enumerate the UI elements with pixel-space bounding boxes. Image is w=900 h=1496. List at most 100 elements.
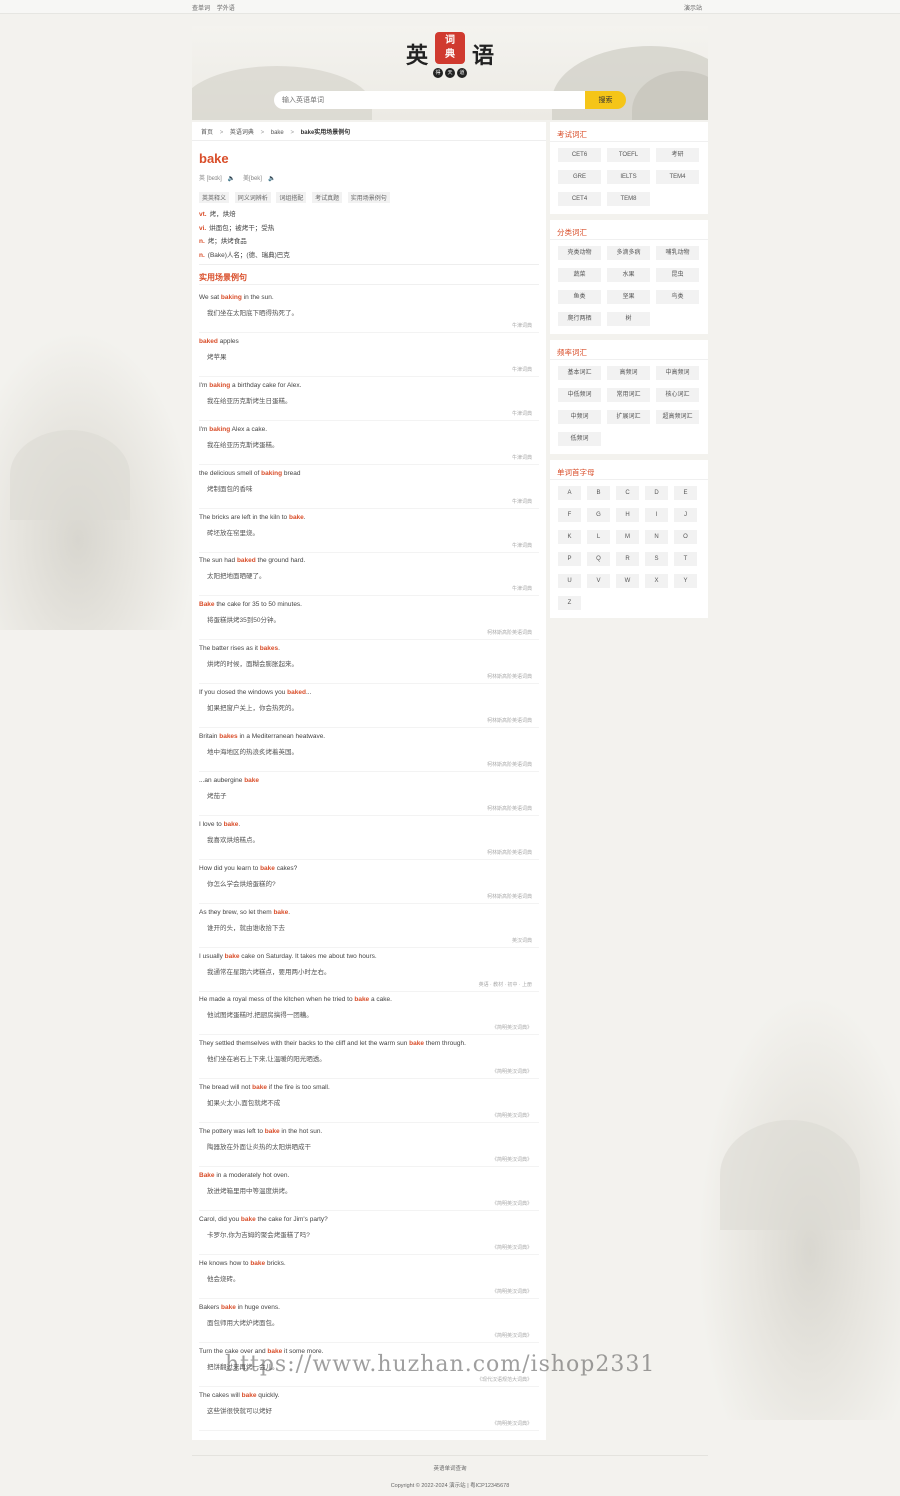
vocab-tag[interactable]: 昆虫 — [656, 268, 699, 282]
letter-link[interactable]: R — [616, 552, 639, 566]
example-chinese: 如果把窗户关上，你会热死的。 — [207, 705, 298, 713]
letter-link[interactable]: J — [674, 508, 697, 522]
example-item: We sat baking in the sun. 我们坐在太阳底下晒得热死了。牛… — [199, 294, 539, 333]
search-button[interactable]: 搜索 — [585, 91, 626, 109]
vocab-tag[interactable]: 爬行两栖 — [558, 312, 601, 326]
vocab-tag[interactable]: 鸟类 — [656, 290, 699, 304]
letter-link[interactable]: X — [645, 574, 668, 588]
vocab-tag[interactable]: 多滴多病 — [607, 246, 650, 260]
example-source: 牛津词典 — [511, 454, 532, 461]
vocab-tag[interactable]: TEM4 — [656, 170, 699, 184]
example-source: 《简明英汉词典》 — [491, 1113, 532, 1120]
letter-link[interactable]: F — [558, 508, 581, 522]
letter-link[interactable]: K — [558, 530, 581, 544]
tab-english-definition[interactable]: 英英释义 — [199, 192, 230, 203]
letter-link[interactable]: P — [558, 552, 581, 566]
vocab-tag[interactable]: CET6 — [558, 148, 601, 162]
example-keyword: Bake — [199, 1172, 215, 1179]
letter-link[interactable]: S — [645, 552, 668, 566]
main-content: 首页 > 英语词典 > bake > bake实用场景例句 bake 英 [be… — [192, 122, 546, 1440]
letter-link[interactable]: U — [558, 574, 581, 588]
sidebar-title: 单词首字母 — [557, 468, 595, 477]
example-text: bricks. — [265, 1259, 286, 1267]
letter-link[interactable]: V — [587, 574, 610, 588]
vocab-tag[interactable]: 中低频词 — [558, 388, 601, 402]
vocab-tag[interactable]: 高频词 — [607, 366, 650, 380]
letter-link[interactable]: D — [645, 486, 668, 500]
top-link-dictionary[interactable]: 查单词 — [192, 6, 210, 12]
footer-link[interactable]: 英语单词查询 — [0, 1464, 900, 1472]
example-text: ... — [305, 689, 312, 697]
example-item: I'm baking a birthday cake for Alex. 我在给亚… — [199, 382, 539, 421]
vocab-tag[interactable]: 中频词 — [558, 410, 601, 424]
letter-link[interactable]: A — [558, 486, 581, 500]
letter-link[interactable]: Z — [558, 596, 581, 610]
site-logo[interactable]: 英 词 典 语 得天道 — [404, 30, 496, 78]
top-link-learn[interactable]: 学外语 — [217, 6, 235, 12]
divider — [199, 1385, 539, 1387]
breadcrumb-word[interactable]: bake — [271, 130, 284, 136]
letter-link[interactable]: Y — [674, 574, 697, 588]
breadcrumb-home[interactable]: 首页 — [201, 130, 213, 136]
letter-link[interactable]: N — [645, 530, 668, 544]
vocab-tag[interactable]: 哺乳动物 — [656, 246, 699, 260]
letter-link[interactable]: Q — [587, 552, 610, 566]
vocab-tag[interactable]: 考研 — [656, 148, 699, 162]
letter-link[interactable]: B — [587, 486, 610, 500]
letter-link[interactable]: C — [616, 486, 639, 500]
letter-link[interactable]: E — [674, 486, 697, 500]
vocab-tag[interactable]: 水果 — [607, 268, 650, 282]
example-text: . — [238, 820, 241, 828]
vocab-tag[interactable]: 鱼类 — [558, 290, 601, 304]
logo-char: 英 — [406, 43, 429, 69]
tab-exam-questions[interactable]: 考试真题 — [312, 192, 343, 203]
example-english: The sun had baked the ground hard. — [199, 557, 539, 564]
vocab-tag[interactable]: 扩展词汇 — [607, 410, 650, 424]
example-text: He made a royal mess of the kitchen when… — [199, 996, 355, 1004]
vocab-tag[interactable]: 基本词汇 — [558, 366, 601, 380]
vocab-tag[interactable]: 超高频词汇 — [656, 410, 699, 424]
vocab-tag[interactable]: TEM8 — [607, 192, 650, 206]
definition-item: vt. 烤，烘焙 — [199, 208, 290, 222]
example-text: Carol, did you — [199, 1215, 241, 1223]
tab-synonyms[interactable]: 同义词辨析 — [234, 192, 271, 203]
vocab-tag[interactable]: CET4 — [558, 192, 601, 206]
vocab-tag[interactable]: 低频词 — [558, 432, 601, 446]
letter-link[interactable]: L — [587, 530, 610, 544]
example-keyword: bake — [224, 952, 240, 960]
search-input[interactable] — [274, 91, 586, 109]
part-of-speech: n. — [199, 251, 205, 259]
vocab-tag[interactable]: 常用词汇 — [607, 388, 650, 402]
vocab-tag[interactable]: 树 — [607, 312, 650, 326]
letter-link[interactable]: M — [616, 530, 639, 544]
example-chinese: 我通常在星期六烤糕点，要用两小时左右。 — [207, 968, 331, 976]
tab-phrases[interactable]: 词组搭配 — [276, 192, 307, 203]
breadcrumb-dictionary[interactable]: 英语词典 — [230, 130, 254, 136]
example-item: the delicious smell of baking bread 烤制面包的… — [199, 470, 539, 509]
example-chinese: 我在给亚历克斯烤蛋糕。 — [207, 441, 279, 449]
example-keyword: bake — [354, 996, 370, 1004]
vocab-tag[interactable]: 中高频词 — [656, 366, 699, 380]
speaker-icon[interactable]: 🔈 — [268, 176, 275, 182]
tab-examples[interactable]: 实用场景例句 — [347, 192, 390, 203]
vocab-tag[interactable]: IELTS — [607, 170, 650, 184]
site-name-link[interactable]: 演示站 — [684, 3, 702, 12]
breadcrumb-separator: > — [219, 130, 224, 136]
vocab-tag[interactable]: 坚果 — [607, 290, 650, 304]
vocab-tag[interactable]: 核心词汇 — [656, 388, 699, 402]
vocab-tag[interactable]: 壳类动物 — [558, 246, 601, 260]
vocab-tag[interactable]: 蔬菜 — [558, 268, 601, 282]
letter-link[interactable]: H — [616, 508, 639, 522]
example-item: The cakes will bake quickly. 这些饼很快就可以烤好 《简… — [199, 1392, 539, 1431]
letter-link[interactable]: G — [587, 508, 610, 522]
letter-link[interactable]: T — [674, 552, 697, 566]
letter-link[interactable]: I — [645, 508, 668, 522]
letter-link[interactable]: O — [674, 530, 697, 544]
letter-link[interactable]: W — [616, 574, 639, 588]
speaker-icon[interactable]: 🔈 — [228, 176, 235, 182]
vocab-tag[interactable]: TOEFL — [607, 148, 650, 162]
tag-list: 基本词汇 高频词 中高频词中低频词 常用词汇 核心词汇中频词 扩展词汇 超高频词汇低频词 — [558, 366, 704, 454]
example-chinese: 将蛋糕烘烤35到50分钟。 — [207, 617, 280, 625]
example-source: 《简明英汉词典》 — [491, 1201, 532, 1207]
vocab-tag[interactable]: GRE — [558, 170, 601, 184]
